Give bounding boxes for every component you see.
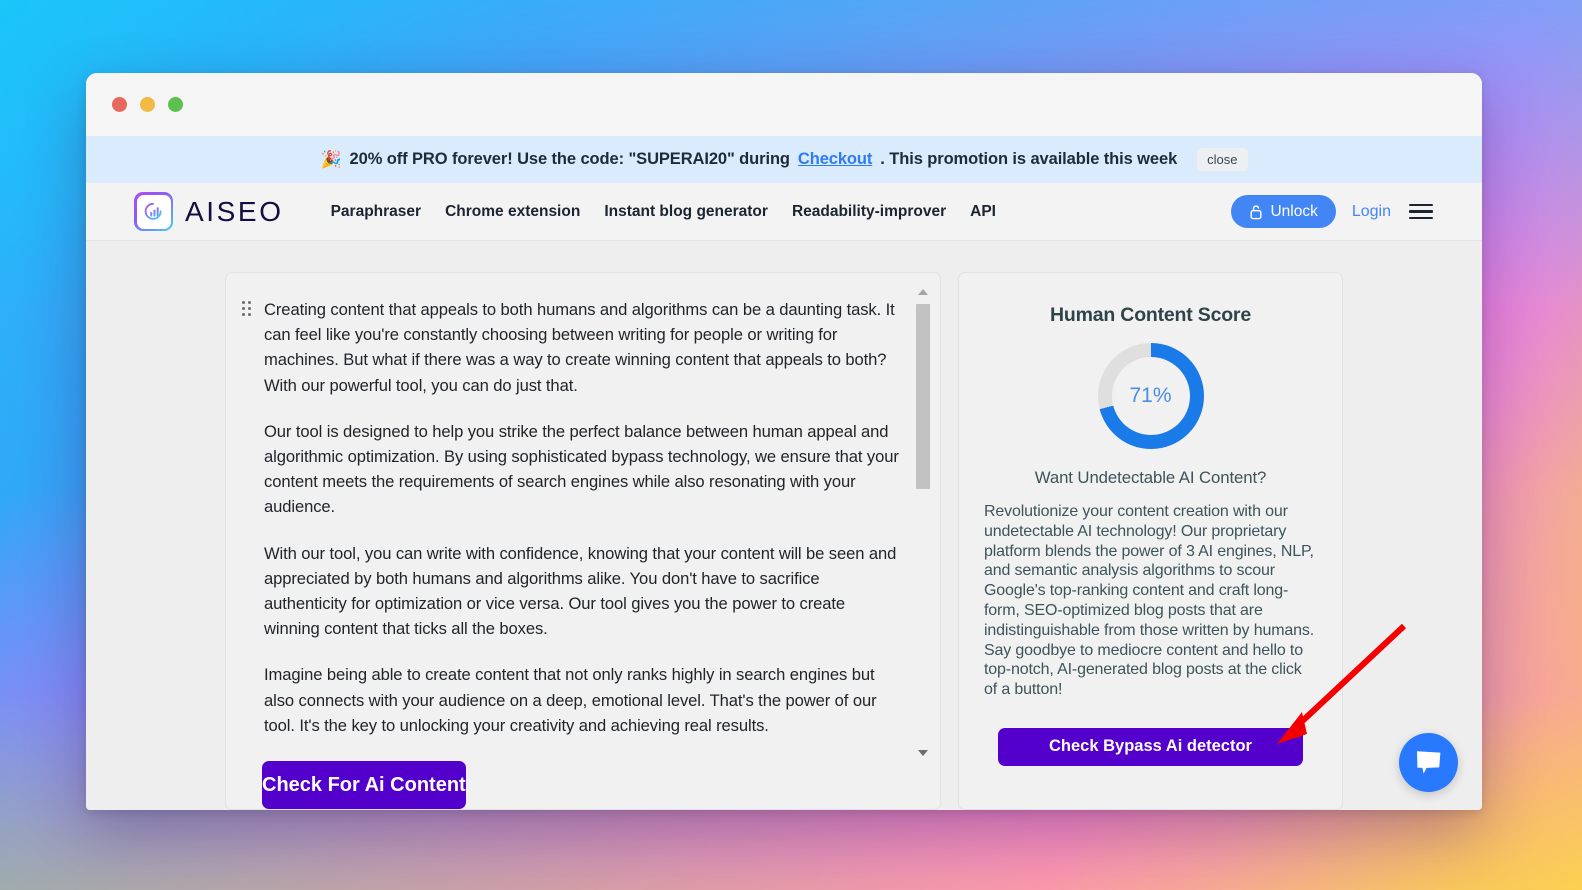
navigation-bar: AISEO Paraphraser Chrome extension Insta… [86,183,1482,241]
brand-name: AISEO [185,195,284,227]
aiseo-logo-icon [134,192,173,231]
window-close-button[interactable] [112,97,127,112]
score-value: 71% [1129,384,1172,407]
brand-logo[interactable]: AISEO [134,192,284,231]
editor-paragraph: Imagine being able to create content tha… [264,665,877,735]
promo-checkout-link[interactable]: Checkout [798,150,872,169]
human-content-score-donut-chart: 71% [1097,343,1204,449]
editor-textarea[interactable]: Creating content that appeals to both hu… [226,273,940,761]
check-bypass-ai-detector-button[interactable]: Check Bypass Ai detector [998,727,1303,766]
promo-text-after: . This promotion is available this week [880,150,1178,168]
window-minimize-button[interactable] [140,97,155,112]
nav-item-api[interactable]: API [970,203,996,221]
party-popper-icon: 🎉 [320,149,342,169]
nav-actions: Unlock Login [1231,195,1435,228]
promo-banner: 🎉 20% off PRO forever! Use the code: "SU… [86,136,1482,183]
editor-paragraph: Creating content that appeals to both hu… [264,300,895,395]
check-for-ai-content-button[interactable]: Check For Ai Content [262,761,466,809]
window-titlebar [86,73,1482,136]
editor-paragraph: Our tool is designed to help you strike … [264,421,899,517]
score-description: Revolutionize your content creation with… [984,503,1315,699]
nav-item-paraphraser[interactable]: Paraphraser [331,203,421,221]
human-content-score-card: Human Content Score 71% Want Undetectabl… [958,272,1343,810]
promo-close-button[interactable]: close [1197,148,1248,171]
nav-item-instant-blog-generator[interactable]: Instant blog generator [604,203,768,221]
donut-center: 71% [1111,357,1190,435]
chat-widget-button[interactable] [1399,733,1458,792]
nav-item-readability-improver[interactable]: Readability-improver [792,203,946,221]
nav-links: Paraphraser Chrome extension Instant blo… [331,203,996,221]
score-subtitle: Want Undetectable AI Content? [1034,468,1267,487]
nav-item-chrome-extension[interactable]: Chrome extension [445,203,580,221]
unlock-icon [1250,204,1262,219]
browser-window: 🎉 20% off PRO forever! Use the code: "SU… [86,73,1482,810]
hamburger-menu-icon[interactable] [1407,202,1435,221]
drag-handle-icon[interactable] [242,301,251,316]
editor-scrollbar[interactable] [916,287,931,761]
chat-bubble-icon [1416,751,1440,774]
window-maximize-button[interactable] [168,97,183,112]
unlock-button[interactable]: Unlock [1231,195,1336,228]
cards-row: Creating content that appeals to both hu… [225,272,1343,810]
promo-text-before: 20% off PRO forever! Use the code: "SUPE… [349,150,790,168]
editor-card: Creating content that appeals to both hu… [225,272,941,810]
scroll-up-arrow-icon[interactable] [918,289,928,295]
score-card-title: Human Content Score [1050,304,1251,326]
scroll-down-arrow-icon[interactable] [918,750,928,756]
unlock-label: Unlock [1270,202,1318,220]
login-link[interactable]: Login [1352,203,1391,221]
bar-chart-icon [144,202,162,220]
editor-paragraph: With our tool, you can write with confid… [264,543,897,639]
main-content: Creating content that appeals to both hu… [86,241,1482,810]
editor-footer: Check For Ai Content [226,761,940,809]
scrollbar-thumb[interactable] [916,304,930,489]
